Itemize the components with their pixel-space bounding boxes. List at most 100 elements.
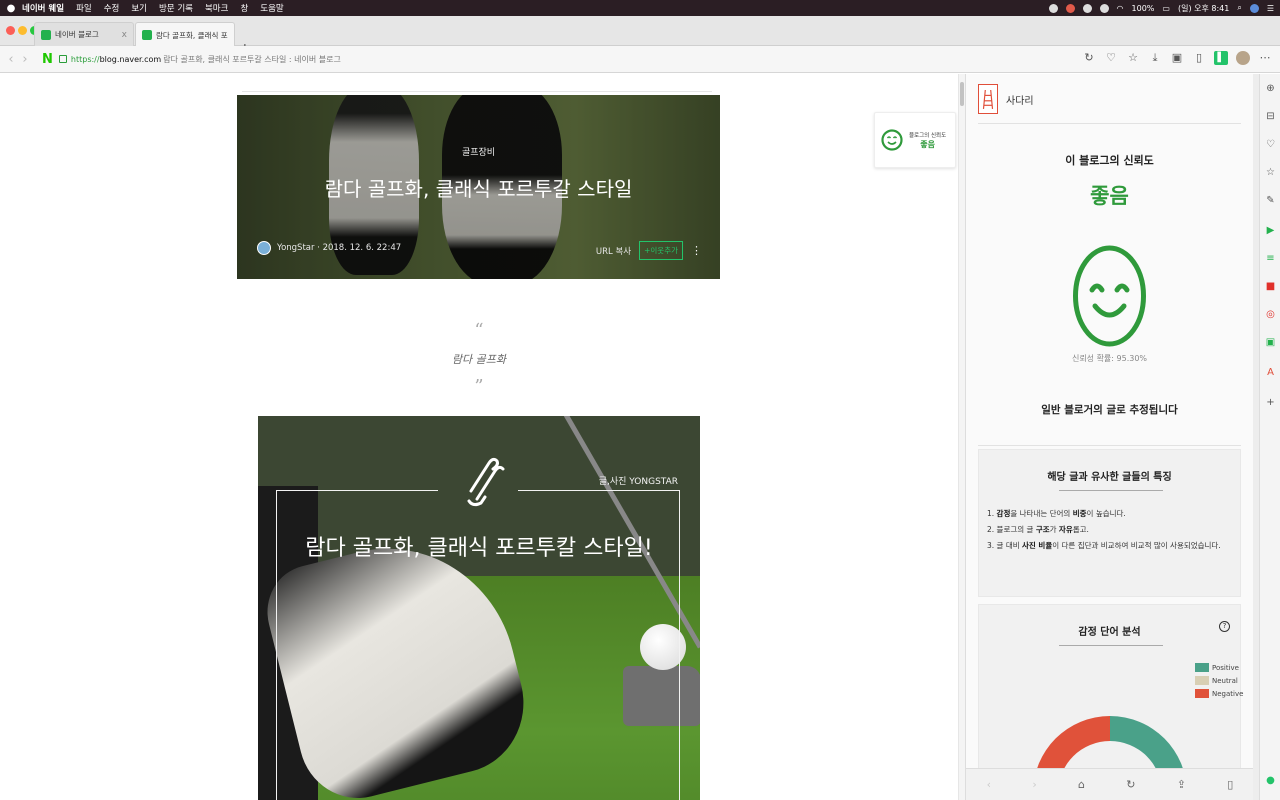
zoom-icon[interactable]: ⊕	[1264, 82, 1277, 95]
sidebar-toggle-icon[interactable]: ▌	[1214, 51, 1228, 65]
battery-percent: 100%	[1131, 3, 1155, 13]
list-icon[interactable]: ≡	[1264, 252, 1277, 265]
menu-bookmarks[interactable]: 북마크	[205, 2, 228, 14]
pocket-icon[interactable]: ♡	[1264, 138, 1277, 151]
status-icon[interactable]	[1082, 3, 1092, 13]
more-options-icon[interactable]: ⋮	[691, 244, 702, 257]
add-extension-icon[interactable]: +	[1264, 396, 1277, 409]
title-underline	[1059, 490, 1163, 491]
post-actions: URL 복사 +이웃추가 ⋮	[596, 241, 702, 260]
menu-window[interactable]: 창	[240, 2, 248, 14]
search-icon[interactable]: ⌕	[1237, 3, 1241, 13]
photo-title: 람다 골프화, 클래식 포르투칼 스타일!	[305, 536, 653, 561]
ladder-icon[interactable]: A	[1264, 366, 1277, 379]
smiley-face-icon	[881, 129, 903, 151]
author-date[interactable]: YongStar · 2018. 12. 6. 22:47	[277, 243, 401, 253]
features-list: 1. 감정을 나타내는 단어의 비중이 높습니다. 2. 블로그의 글 구조가 …	[987, 506, 1221, 554]
legend-swatch	[1195, 689, 1209, 698]
tab-close-icon[interactable]: x	[122, 30, 127, 40]
legend-item: Negative	[1195, 687, 1243, 700]
apple-icon[interactable]: ●	[0, 3, 22, 14]
add-neighbor-button[interactable]: +이웃추가	[639, 241, 683, 260]
battery-icon[interactable]: ▭	[1162, 4, 1170, 13]
notification-center-icon[interactable]: ☰	[1267, 4, 1274, 13]
bookmark-star-icon[interactable]: ☆	[1126, 51, 1140, 65]
author-avatar[interactable]	[257, 241, 271, 255]
trust-value: 좋음	[1090, 184, 1129, 208]
screen: ● 네이버 웨일 파일 수정 보기 방문 기록 북마크 창 도움말 ◠ 100%…	[0, 0, 1280, 800]
trust-title: 이 블로그의 신뢰도	[1065, 154, 1154, 167]
tab-label: 람다 골프화, 클래식 포르투갈	[156, 30, 228, 40]
play-icon[interactable]: ▶	[1264, 224, 1277, 237]
status-icon[interactable]	[1048, 3, 1058, 13]
quote-text: 람다 골프화	[451, 353, 507, 366]
close-window-button[interactable]	[6, 26, 15, 35]
reader-icon[interactable]: ▯	[1192, 51, 1206, 65]
naver-blog-favicon	[142, 30, 152, 40]
naver-blog-icon[interactable]: ▣	[1264, 336, 1277, 349]
more-menu-icon[interactable]: ⋯	[1258, 51, 1272, 65]
feature-item: 1. 감정을 나타내는 단어의 비중이 높습니다.	[987, 509, 1126, 518]
app-red-icon[interactable]: ■	[1264, 280, 1277, 293]
back-icon[interactable]: ‹	[4, 52, 18, 67]
note-icon[interactable]: ✎	[1264, 194, 1277, 207]
panel-share-icon[interactable]: ⇪	[1177, 778, 1186, 791]
macos-menu-bar: ● 네이버 웨일 파일 수정 보기 방문 기록 북마크 창 도움말 ◠ 100%…	[0, 0, 1280, 16]
features-title: 해당 글과 유사한 글들의 특징	[1047, 472, 1172, 483]
divider	[978, 123, 1241, 124]
naver-blog-favicon	[41, 29, 51, 40]
tab-naver-blog[interactable]: 네이버 블로그 x	[34, 22, 134, 46]
tab-current-post[interactable]: 람다 골프화, 클래식 포르투갈	[135, 22, 235, 47]
post-category[interactable]: 골프장비	[237, 145, 720, 158]
menu-file[interactable]: 파일	[76, 2, 92, 14]
features-card: 해당 글과 유사한 글들의 특징 1. 감정을 나타내는 단어의 비중이 높습니…	[978, 449, 1241, 597]
menu-view[interactable]: 보기	[131, 2, 147, 14]
menu-help[interactable]: 도움말	[260, 2, 283, 14]
menu-edit[interactable]: 수정	[104, 2, 120, 14]
panel-mobile-icon[interactable]: ▯	[1227, 778, 1233, 791]
panel-header: 사다리	[978, 84, 1034, 114]
trust-widget-value: 좋음	[920, 139, 935, 149]
help-icon[interactable]: ?	[1219, 621, 1230, 632]
page-scrollbar-thumb[interactable]	[960, 82, 964, 106]
status-icon[interactable]	[1065, 3, 1075, 13]
bookmark-star-icon[interactable]: ☆	[1264, 166, 1277, 179]
sentiment-title: 감정 단어 분석	[1078, 627, 1141, 638]
status-icon[interactable]	[1099, 3, 1109, 13]
url-copy-button[interactable]: URL 복사	[596, 245, 631, 257]
post-header-cover: 골프장비 람다 골프화, 클래식 포르투갈 스타일 YongStar · 201…	[237, 95, 720, 279]
siri-icon[interactable]	[1249, 3, 1259, 13]
legend-swatch	[1195, 663, 1209, 672]
clock[interactable]: (일) 오후 8:41	[1178, 3, 1229, 14]
title-underline	[1059, 645, 1163, 646]
divider	[242, 91, 712, 92]
ladder-icon	[978, 84, 998, 114]
forward-icon[interactable]: ›	[18, 52, 32, 67]
naver-n-icon[interactable]: N	[42, 52, 53, 67]
minimize-window-button[interactable]	[18, 26, 27, 35]
menu-history[interactable]: 방문 기록	[159, 2, 193, 14]
url-domain[interactable]: blog.naver.com	[100, 55, 162, 64]
divider	[978, 445, 1241, 446]
trust-floating-widget[interactable]: 블로그의 신뢰도 좋음	[874, 112, 956, 168]
panel-forward-icon[interactable]: ›	[1032, 778, 1036, 791]
url-protocol[interactable]: https://	[71, 55, 100, 64]
download-icon[interactable]: ⤓	[1148, 51, 1162, 65]
profile-avatar[interactable]	[1236, 51, 1250, 65]
feature-item: 3. 글 대비 사진 비율이 다른 집단과 비교하여 비교적 많이 사용되었습니…	[987, 541, 1221, 550]
pocket-icon[interactable]: ♡	[1104, 51, 1118, 65]
panel-home-icon[interactable]: ⌂	[1078, 778, 1085, 791]
post-main-photo[interactable]: 글,사진 YONGSTAR 람다 골프화, 클래식 포르투칼 스타일!	[258, 416, 700, 800]
translate-icon[interactable]: ⊟	[1264, 110, 1277, 123]
panel-reload-icon[interactable]: ↻	[1126, 778, 1135, 791]
page-scrollbar[interactable]	[958, 74, 965, 800]
whale-assistant-icon[interactable]: ●	[1264, 774, 1277, 787]
panel-back-icon[interactable]: ‹	[987, 778, 991, 791]
app-target-icon[interactable]: ◎	[1264, 308, 1277, 321]
url-page-title[interactable]: 람다 골프화, 클래식 포르투갈 스타일 : 네이버 블로그	[163, 54, 341, 65]
capture-icon[interactable]: ▣	[1170, 51, 1184, 65]
quote-close-icon: ”	[474, 376, 484, 397]
menu-app-name[interactable]: 네이버 웨일	[22, 2, 64, 14]
wifi-icon[interactable]: ◠	[1117, 4, 1124, 13]
reload-icon[interactable]: ↻	[1082, 51, 1096, 65]
